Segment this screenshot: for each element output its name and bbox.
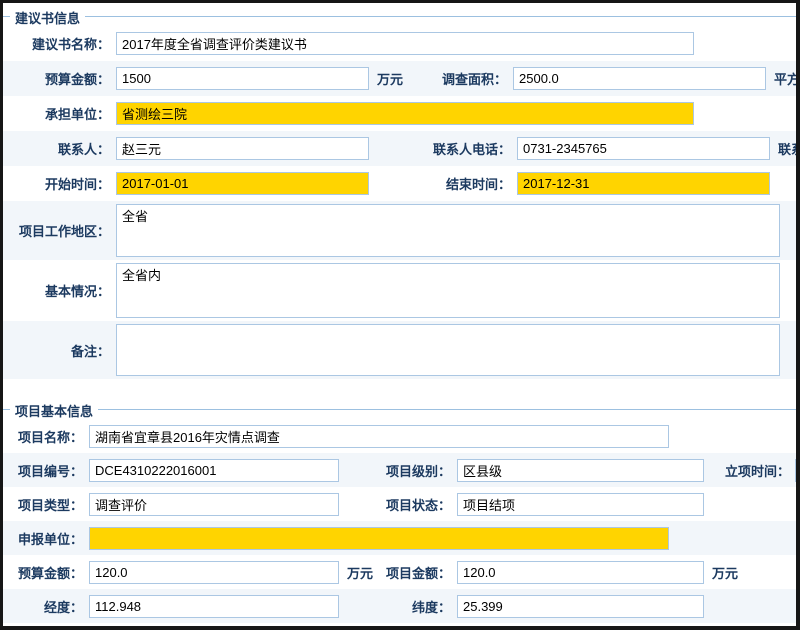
budget-input[interactable] <box>116 67 369 90</box>
project-type-input[interactable] <box>89 493 339 516</box>
row-proposal-name: 建议书名称： <box>3 26 796 61</box>
contact-input[interactable] <box>116 137 369 160</box>
budget-label: 预算金额： <box>3 69 110 88</box>
row-applicant: 申报单位： <box>3 521 796 555</box>
end-time-input[interactable] <box>517 172 770 195</box>
contact-phone-label: 联系人电话： <box>407 139 511 158</box>
basic-info-label: 基本情况： <box>3 281 110 300</box>
row-undertaker: 承担单位： <box>3 96 796 131</box>
project-type-label: 项目类型： <box>3 495 83 514</box>
project-code-label: 项目编号： <box>3 461 83 480</box>
longitude-label: 经度： <box>3 597 83 616</box>
end-time-label: 结束时间： <box>407 174 511 193</box>
row-basic-info: 基本情况： <box>3 260 796 321</box>
project-budget-unit: 万元 <box>347 563 377 582</box>
row-budget-amount: 预算金额： 万元 项目金额： 万元 <box>3 555 796 589</box>
undertaker-label: 承担单位： <box>3 104 110 123</box>
project-amount-input[interactable] <box>457 561 704 584</box>
applicant-label: 申报单位： <box>3 529 83 548</box>
longitude-input[interactable] <box>89 595 339 618</box>
proposal-info-legend: 建议书信息 <box>10 8 85 27</box>
project-budget-label: 预算金额： <box>3 563 83 582</box>
applicant-input[interactable] <box>89 527 669 550</box>
project-code-input[interactable] <box>89 459 339 482</box>
basic-info-textarea[interactable] <box>116 263 780 318</box>
work-region-label: 项目工作地区： <box>3 221 110 240</box>
proposal-name-input[interactable] <box>116 32 694 55</box>
survey-area-unit: 平方千米 <box>774 69 796 88</box>
remark-textarea[interactable] <box>116 324 780 376</box>
project-status-label: 项目状态： <box>339 495 451 514</box>
row-remark: 备注： <box>3 321 796 379</box>
form-window: 建议书信息 建议书名称： 预算金额： 万元 调查面积： 平方千米 承担单位： 联… <box>0 0 800 630</box>
latitude-input[interactable] <box>457 595 704 618</box>
remark-label: 备注： <box>3 341 110 360</box>
start-time-input[interactable] <box>116 172 369 195</box>
budget-unit: 万元 <box>377 69 407 88</box>
project-budget-input[interactable] <box>89 561 339 584</box>
row-budget-area: 预算金额： 万元 调查面积： 平方千米 <box>3 61 796 96</box>
project-status-input[interactable] <box>457 493 704 516</box>
row-project-name: 项目名称： <box>3 419 796 453</box>
project-name-input[interactable] <box>89 425 669 448</box>
row-lon-lat: 经度： 纬度： <box>3 589 796 623</box>
work-region-textarea[interactable] <box>116 204 780 257</box>
project-info-fieldset: 项目基本信息 项目名称： 项目编号： 项目级别： 立项时间： 项目类型： 项目状… <box>3 409 796 623</box>
project-level-label: 项目级别： <box>339 461 451 480</box>
row-contact: 联系人： 联系人电话： 联系人手机 <box>3 131 796 166</box>
latitude-label: 纬度： <box>339 597 451 616</box>
contact-mobile-label: 联系人手机 <box>778 139 796 158</box>
survey-area-input[interactable] <box>513 67 766 90</box>
row-code-level: 项目编号： 项目级别： 立项时间： <box>3 453 796 487</box>
project-amount-unit: 万元 <box>712 563 738 582</box>
proposal-name-label: 建议书名称： <box>3 34 110 53</box>
project-amount-label: 项目金额： <box>377 563 451 582</box>
project-name-label: 项目名称： <box>3 427 83 446</box>
project-level-input[interactable] <box>457 459 704 482</box>
row-type-status: 项目类型： 项目状态： <box>3 487 796 521</box>
row-dates: 开始时间： 结束时间： <box>3 166 796 201</box>
approval-time-input[interactable] <box>795 459 796 482</box>
start-time-label: 开始时间： <box>3 174 110 193</box>
project-info-legend: 项目基本信息 <box>10 401 98 420</box>
contact-label: 联系人： <box>3 139 110 158</box>
row-work-region: 项目工作地区： <box>3 201 796 260</box>
undertaker-input[interactable] <box>116 102 694 125</box>
contact-phone-input[interactable] <box>517 137 770 160</box>
proposal-info-fieldset: 建议书信息 建议书名称： 预算金额： 万元 调查面积： 平方千米 承担单位： 联… <box>3 16 796 379</box>
approval-time-label: 立项时间： <box>704 461 790 480</box>
survey-area-label: 调查面积： <box>407 69 507 88</box>
